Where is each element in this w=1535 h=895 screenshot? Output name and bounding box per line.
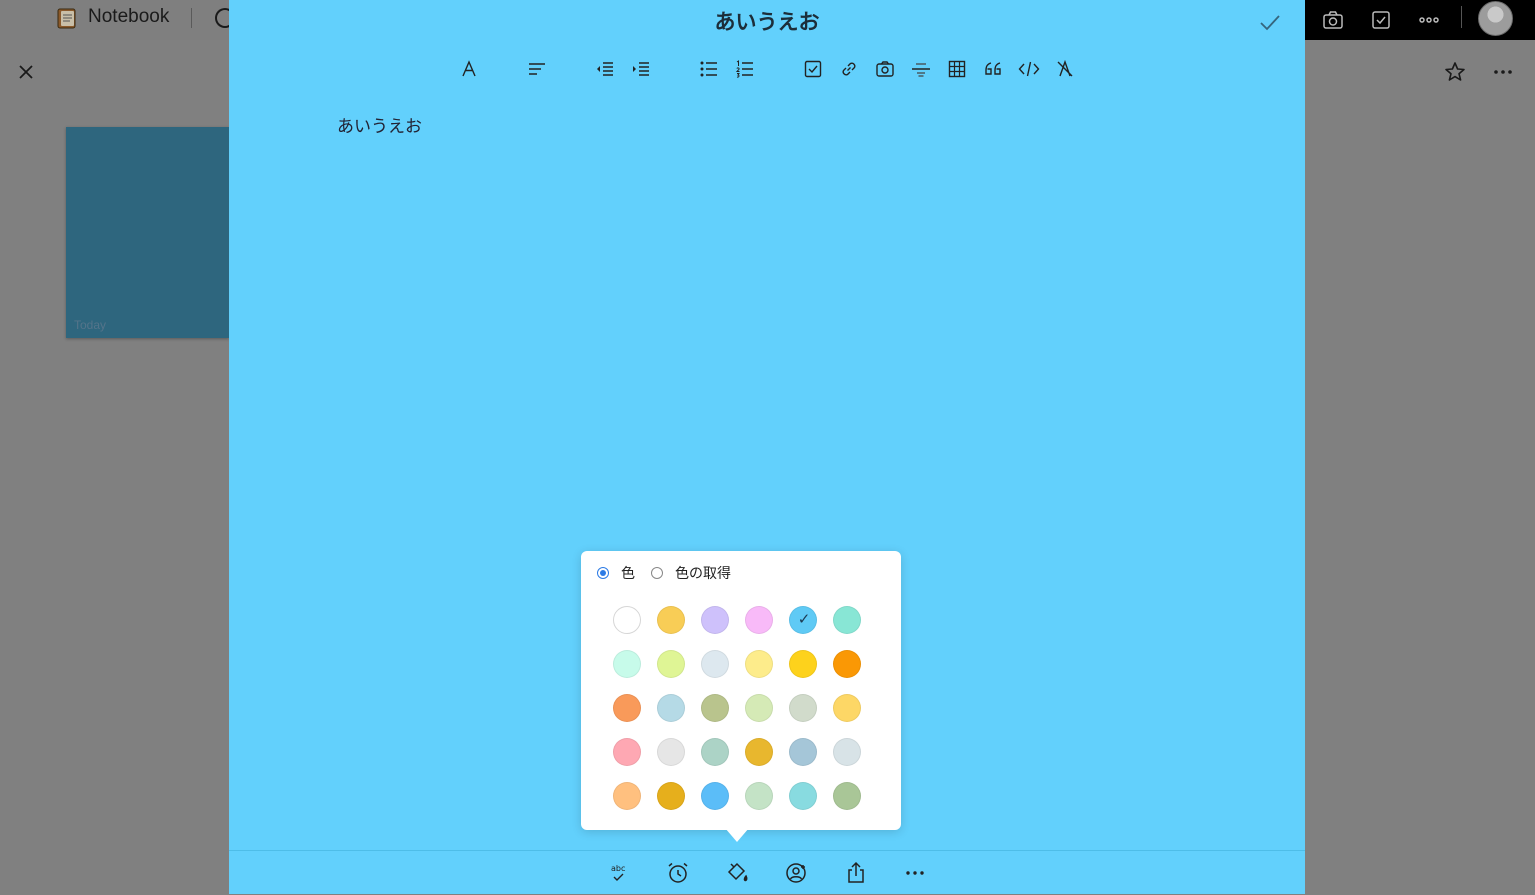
divider [191, 8, 192, 28]
bottom-toolbar: abc [229, 850, 1305, 895]
color-popup: 色 色の取得 [581, 551, 901, 830]
color-swatch[interactable] [613, 694, 641, 722]
note-editor: あいうえお あいうえお 色 色の取得 ✓ abc [229, 0, 1305, 894]
more-icon[interactable] [1415, 6, 1443, 34]
color-swatch[interactable] [701, 650, 729, 678]
color-swatch[interactable] [701, 606, 729, 634]
app-title: Notebook [88, 6, 170, 27]
color-swatch[interactable] [745, 782, 773, 810]
checkbox-icon[interactable] [801, 56, 825, 82]
color-swatch[interactable] [833, 694, 861, 722]
note-card-date: Today [74, 318, 107, 332]
popup-pointer [725, 828, 749, 842]
more-icon[interactable] [901, 859, 929, 887]
color-swatch[interactable] [833, 782, 861, 810]
color-swatch[interactable] [613, 738, 641, 766]
bullet-list-icon[interactable] [697, 56, 721, 82]
color-swatch[interactable] [789, 738, 817, 766]
done-check-icon[interactable] [1257, 9, 1283, 35]
more-icon[interactable] [1491, 60, 1515, 84]
numbered-list-icon[interactable] [733, 56, 757, 82]
link-icon[interactable] [837, 56, 861, 82]
color-swatch[interactable] [701, 694, 729, 722]
svg-text:abc: abc [611, 864, 625, 873]
color-mode-options: 色 色の取得 [597, 563, 747, 583]
swatch-grid [613, 606, 865, 810]
share-icon[interactable] [842, 859, 870, 887]
avatar[interactable] [1478, 1, 1513, 36]
color-swatch[interactable] [789, 782, 817, 810]
color-swatch[interactable] [657, 694, 685, 722]
notebook-logo-icon [57, 8, 76, 29]
color-swatch[interactable] [657, 606, 685, 634]
color-swatch[interactable] [701, 738, 729, 766]
color-swatch[interactable] [833, 650, 861, 678]
color-swatch[interactable] [613, 650, 641, 678]
color-swatch[interactable] [833, 738, 861, 766]
paint-bucket-icon[interactable] [724, 859, 752, 887]
color-swatch[interactable] [833, 606, 861, 634]
color-swatch[interactable] [657, 738, 685, 766]
strikethrough-icon[interactable] [909, 56, 933, 82]
checkbox-icon[interactable] [1367, 6, 1395, 34]
share-user-icon[interactable] [783, 859, 811, 887]
note-title[interactable]: あいうえお [229, 6, 1305, 36]
color-swatch[interactable] [745, 694, 773, 722]
quote-icon[interactable] [981, 56, 1005, 82]
color-swatch[interactable] [701, 782, 729, 810]
close-icon[interactable] [14, 60, 38, 84]
format-toolbar [229, 56, 1305, 84]
indent-icon[interactable] [629, 56, 653, 82]
color-swatch[interactable] [657, 650, 685, 678]
color-swatch[interactable] [745, 738, 773, 766]
alarm-icon[interactable] [664, 859, 692, 887]
note-card[interactable]: Today [66, 127, 229, 338]
camera-icon[interactable] [873, 56, 897, 82]
note-body[interactable]: あいうえお [337, 112, 422, 137]
star-icon[interactable] [1443, 60, 1467, 84]
color-swatch[interactable] [789, 606, 818, 634]
spellcheck-icon[interactable]: abc [605, 859, 633, 887]
color-swatch[interactable] [613, 606, 641, 634]
align-icon[interactable] [525, 56, 549, 82]
radio-color-label[interactable]: 色 [621, 563, 635, 583]
color-swatch[interactable] [789, 694, 817, 722]
font-icon[interactable] [457, 56, 481, 82]
color-swatch[interactable] [613, 782, 641, 810]
outdent-icon[interactable] [593, 56, 617, 82]
color-swatch[interactable] [657, 782, 685, 810]
radio-color[interactable] [597, 567, 609, 579]
camera-icon[interactable] [1319, 6, 1347, 34]
color-swatch[interactable] [789, 650, 817, 678]
divider [1461, 6, 1462, 28]
table-icon[interactable] [945, 56, 969, 82]
radio-get-color-label[interactable]: 色の取得 [675, 563, 731, 583]
clear-format-icon[interactable] [1053, 56, 1077, 82]
color-swatch[interactable] [745, 650, 773, 678]
radio-get-color[interactable] [651, 567, 663, 579]
color-swatch[interactable] [745, 606, 773, 634]
code-icon[interactable] [1017, 56, 1041, 82]
right-panel [1305, 40, 1535, 894]
